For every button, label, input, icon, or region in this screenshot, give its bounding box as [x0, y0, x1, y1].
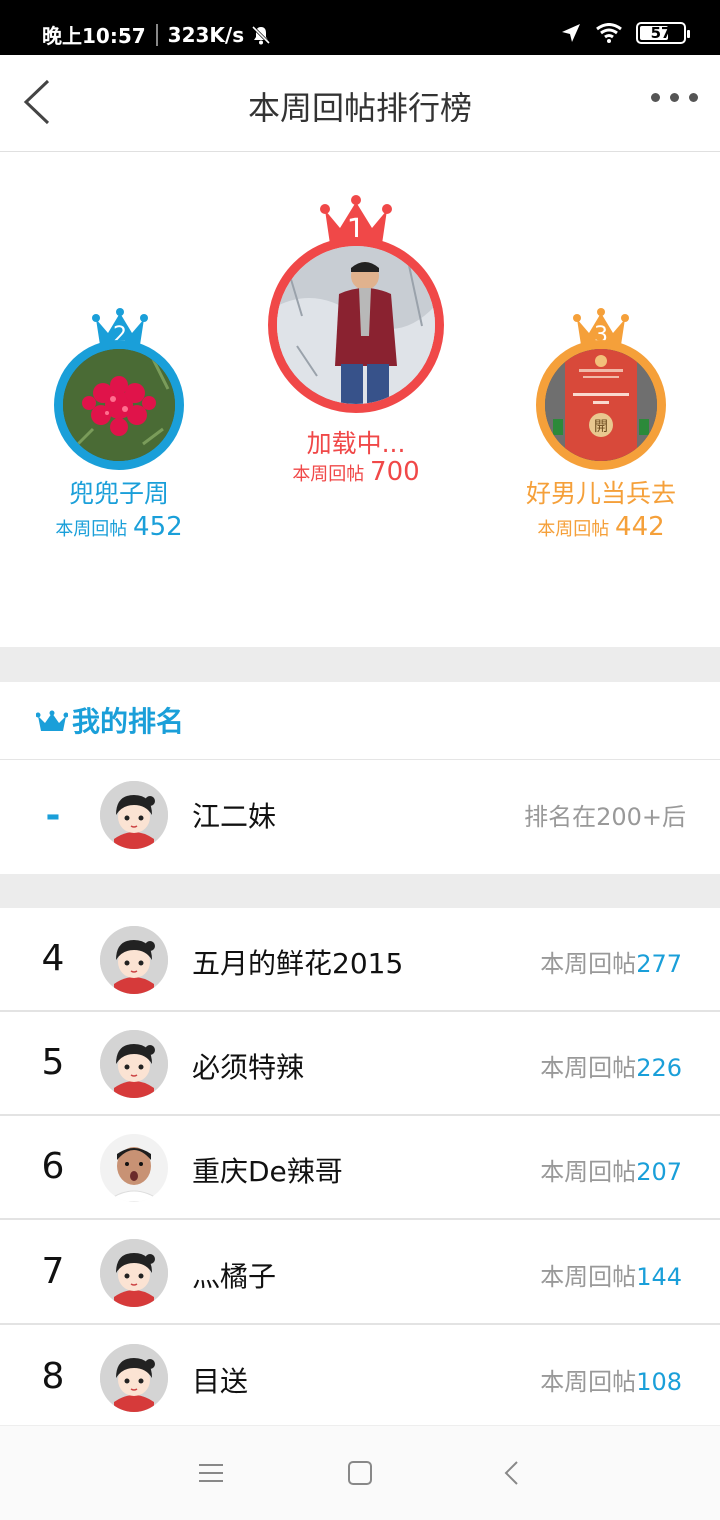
battery-icon: 57 [636, 22, 690, 44]
avatar: 開 [536, 340, 666, 470]
list-item[interactable]: 6 重庆De辣哥 本周回帖207 [0, 1116, 720, 1220]
list-item[interactable]: 4 五月的鲜花2015 本周回帖277 [0, 908, 720, 1012]
stat-label: 本周回帖 [540, 1054, 637, 1082]
more-options-icon[interactable] [651, 93, 698, 102]
avatar [54, 340, 184, 470]
user-name: 目送 [192, 1365, 249, 1398]
stat-label: 本周回帖 [540, 1158, 637, 1186]
status-net-speed: 323K/s [167, 22, 245, 47]
post-stat: 本周回帖207 [540, 1152, 682, 1187]
status-time: 晚上10:57 [42, 24, 146, 48]
status-divider [155, 23, 158, 46]
user-name: 重庆De辣哥 [192, 1155, 343, 1188]
post-count: 452 [133, 512, 183, 542]
system-nav-bar [0, 1425, 720, 1520]
stat-label: 本周回帖 [537, 519, 610, 540]
post-count: 277 [636, 950, 682, 978]
post-count: 207 [636, 1158, 682, 1186]
podium-stat: 本周回帖 452 [9, 512, 229, 542]
stat-label: 本周回帖 [55, 519, 128, 540]
stat-label: 本周回帖 [540, 950, 637, 978]
podium-name: 好男儿当兵去 [525, 479, 676, 508]
my-rank-title: 我的排名 [72, 705, 185, 738]
home-icon[interactable] [347, 1460, 373, 1486]
avatar [100, 781, 168, 849]
avatar [100, 1134, 168, 1202]
list-item[interactable]: 7 灬橘子 本周回帖144 [0, 1221, 720, 1325]
list-item[interactable]: 8 目送 本周回帖108 [0, 1326, 720, 1425]
bell-muted-icon [252, 25, 271, 44]
rank-number: 8 [41, 1356, 65, 1397]
post-count: 226 [636, 1054, 682, 1082]
red-packet-open-button: 開 [594, 419, 608, 435]
battery-level: 57 [650, 24, 672, 42]
podium-stat: 本周回帖 700 [246, 457, 466, 487]
back-icon[interactable] [502, 1460, 522, 1486]
user-name: 灬橘子 [192, 1260, 277, 1293]
user-name: 五月的鲜花2015 [192, 947, 404, 980]
avatar [100, 1030, 168, 1098]
rank-number: 5 [41, 1042, 65, 1083]
wifi-icon [596, 23, 622, 43]
rank-number: 4 [41, 938, 65, 979]
post-stat: 本周回帖277 [540, 944, 682, 979]
post-count: 442 [615, 512, 665, 542]
post-count: 700 [370, 457, 420, 487]
top-nav-bar: 本周回帖排行榜 [0, 55, 720, 152]
rank-number: 6 [41, 1146, 65, 1187]
post-stat: 本周回帖226 [540, 1048, 682, 1083]
my-rank-row[interactable]: - 江二妹 排名在200+后 [0, 761, 720, 874]
post-count: 108 [636, 1368, 682, 1396]
avatar [100, 1344, 168, 1412]
podium-name: 加载中... [306, 429, 406, 458]
page-title: 本周回帖排行榜 [247, 89, 472, 127]
top-three-podium: 2 兜兜子周 本周回帖 452 1 加载中... 本周回帖 700 3 開 好男… [0, 152, 720, 647]
avatar [100, 926, 168, 994]
post-stat: 本周回帖108 [540, 1362, 682, 1397]
avatar [100, 1239, 168, 1307]
post-count: 144 [636, 1263, 682, 1291]
user-name: 江二妹 [192, 800, 277, 833]
stat-label: 本周回帖 [540, 1368, 637, 1396]
my-rank-header: 我的排名 [0, 682, 720, 760]
location-icon [562, 24, 580, 42]
section-divider [0, 647, 720, 682]
user-name: 必须特辣 [192, 1051, 305, 1084]
podium-name: 兜兜子周 [68, 479, 169, 508]
status-bar: 晚上10:57 323K/s 57 [0, 0, 720, 55]
stat-label: 本周回帖 [292, 464, 365, 485]
stat-label: 本周回帖 [540, 1263, 637, 1291]
rank-number: 7 [41, 1251, 65, 1292]
avatar [268, 237, 444, 413]
rank-status: 排名在200+后 [524, 803, 686, 831]
menu-icon[interactable] [198, 1462, 224, 1484]
rank-number: - [45, 795, 61, 836]
podium-stat: 本周回帖 442 [491, 512, 711, 542]
crown-icon [36, 710, 68, 731]
section-divider [0, 874, 720, 908]
post-stat: 本周回帖144 [540, 1257, 682, 1292]
list-item[interactable]: 5 必须特辣 本周回帖226 [0, 1012, 720, 1116]
